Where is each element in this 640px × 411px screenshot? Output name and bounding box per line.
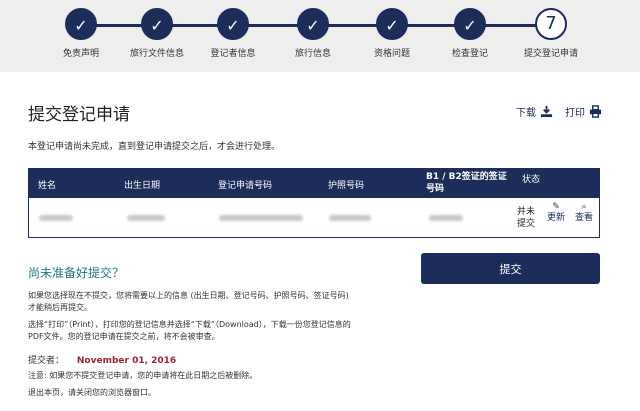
page-title: 提交登记申请 (28, 105, 130, 125)
submitter-label: 提交者： (28, 356, 65, 366)
progress-stepper: ✓ 免责声明 ✓ 旅行文件信息 ✓ 登记者信息 ✓ 旅行信息 ✓ 资格问题 ✓ … (0, 0, 640, 72)
redacted-visa (429, 215, 463, 221)
info-paragraph-2: 选择“打印”（Print），打印您的登记信息并选择“下载”（Download），… (28, 320, 351, 341)
deletion-note: 注意: 如果您不提交登记申请，您的申请将在此日期之后被删除。 (28, 371, 258, 380)
view-link[interactable]: ⌕ 查看 (575, 202, 593, 224)
info-paragraph-1: 如果您选择现在不提交，您将需要以上的信息 (出生日期、登记号码、护照号码、签证号… (28, 291, 349, 312)
download-label: 下载 (516, 108, 536, 119)
download-icon (540, 105, 553, 118)
col-dob: 出生日期 (124, 181, 161, 191)
submit-button[interactable]: 提交 (421, 253, 600, 284)
status-text: 并未提交 (516, 207, 535, 229)
printer-icon (589, 105, 602, 118)
step-label: 检查登记 (451, 49, 488, 59)
step-5[interactable]: ✓ 资格问题 (347, 8, 437, 59)
col-app-number: 登记申请号码 (218, 181, 273, 191)
col-passport: 护照号码 (328, 181, 365, 191)
redacted-app-number (219, 215, 303, 221)
check-icon: ✓ (217, 8, 249, 40)
table-header: 姓名 出生日期 登记申请号码 护照号码 B1 / B2签证的签证号码 状态 (28, 168, 600, 198)
step-label: 登记者信息 (210, 49, 256, 59)
check-icon: ✓ (65, 8, 97, 40)
redacted-passport (329, 215, 371, 221)
exit-note: 退出本页，请关闭您的浏览器窗口。 (28, 388, 156, 397)
header-actions: 下载 打印 (516, 104, 602, 119)
incomplete-notice: 本登记申请尚未完成，直到登记申请提交之后，才会进行处理。 (28, 142, 281, 152)
not-ready-heading: 尚未准备好提交？ (28, 266, 125, 280)
step-4[interactable]: ✓ 旅行信息 (268, 8, 358, 59)
step-label: 提交登记申请 (523, 49, 578, 59)
pencil-icon: ✎ (552, 202, 560, 212)
step-label: 旅行信息 (294, 49, 331, 59)
update-link[interactable]: ✎ 更新 (547, 202, 565, 224)
step-number: 7 (535, 8, 567, 40)
redacted-name (39, 215, 73, 221)
print-label: 打印 (565, 108, 585, 119)
check-icon: ✓ (141, 8, 173, 40)
magnifier-icon: ⌕ (581, 202, 587, 212)
step-3[interactable]: ✓ 登记者信息 (188, 8, 278, 59)
submit-date: November 01, 2016 (76, 356, 177, 366)
table-row: 并未提交 ✎ 更新 ⌕ 查看 (28, 198, 600, 238)
col-name: 姓名 (38, 181, 57, 191)
download-link[interactable]: 下载 (516, 104, 553, 119)
col-status: 状态 (522, 175, 541, 185)
update-label: 更新 (547, 213, 566, 223)
submitter-line: 提交者： November 01, 2016 (28, 353, 176, 366)
step-7-current: 7 提交登记申请 (506, 8, 596, 59)
check-icon: ✓ (376, 8, 408, 40)
check-icon: ✓ (297, 8, 329, 40)
step-6[interactable]: ✓ 检查登记 (425, 8, 515, 59)
print-link[interactable]: 打印 (565, 104, 602, 119)
check-icon: ✓ (454, 8, 486, 40)
step-label: 资格问题 (373, 49, 410, 59)
view-label: 查看 (575, 213, 594, 223)
redacted-dob (127, 215, 165, 221)
col-visa: B1 / B2签证的签证号码 (426, 172, 507, 194)
